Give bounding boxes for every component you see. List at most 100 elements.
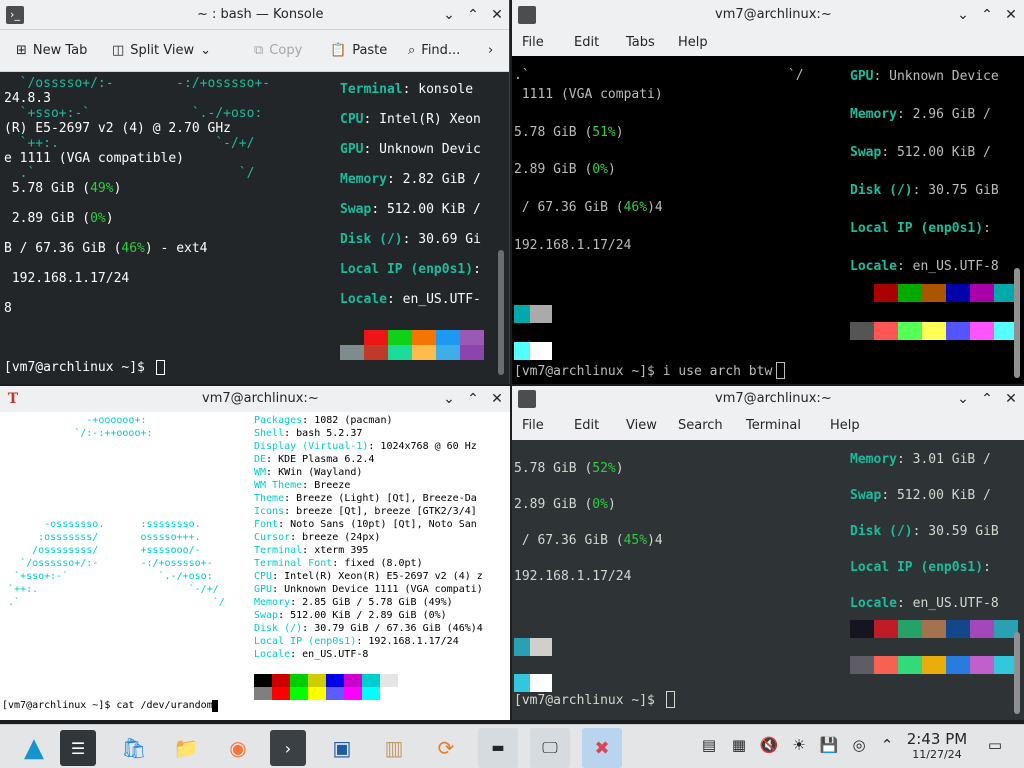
info-key: Display (Virtual-1) [254,441,369,452]
ascii-art-line: `+sso+:-` `.-/+oso: [2,571,213,582]
show-desktop-icon[interactable]: ▭ [984,736,1006,754]
terminal-icon[interactable]: ▬ [478,728,518,768]
info-value: : KDE Plasma 6.2.4 [266,454,375,465]
info-value: : 512.00 KiB / [371,202,481,217]
info-row: Terminal Font: fixed (8.0pt) [254,557,483,570]
monitor-icon[interactable]: 🖵 [530,728,570,768]
copy-icon: ⧉ [254,43,264,58]
terminal-line: `++:. `-/+/ [4,136,330,151]
firefox-icon[interactable]: ◉ [218,728,258,768]
terminal-text[interactable]: .` `/ 1111 (VGA compati) 5.78 GiB (51%) 2.… [512,0,842,384]
percent-value: 46% [623,200,648,215]
info-key: Terminal Font [254,558,333,569]
new-tab-button[interactable]: ⊞ New Tab [16,43,87,58]
network-icon[interactable]: ◎ [848,736,870,754]
info-key: Swap [340,202,372,217]
info-key: Disk (/) [254,623,303,634]
info-row: Disk (/): 30.79 GiB / 67.36 GiB (46%)4 [254,622,483,635]
info-row: Swap: 512.00 KiB / [850,134,999,172]
info-value: : Unknown Device [873,69,999,84]
maximize-icon[interactable]: ⌃ [464,6,482,24]
percent-value: 0% [592,497,608,512]
info-key: GPU [850,69,874,84]
minimize-icon[interactable]: ⌄ [440,390,458,408]
virt-manager-icon[interactable]: ▣ [322,728,362,768]
color-swatch [922,284,946,302]
mute-icon[interactable]: 🔇 [758,736,780,754]
window-title: vm7@archlinux:~ [202,391,319,406]
archive-icon[interactable]: ▥ [374,728,414,768]
konsole-icon[interactable]: › [270,730,306,766]
minimize-icon[interactable]: ⌄ [954,6,972,24]
color-swatch [380,687,398,700]
maximize-icon[interactable]: ⌃ [978,6,996,24]
clock[interactable]: 2:43 PM 11/27/24 [900,730,974,762]
terminal-line: 2.89 GiB (0%) [514,162,616,177]
copy-button[interactable]: ⧉ Copy [254,43,302,58]
paste-button[interactable]: 📋 Paste [330,43,387,58]
close-icon[interactable]: ✕ [488,6,506,24]
maximize-icon[interactable]: ⌃ [464,390,482,408]
info-value: : konsole [402,82,474,97]
swatch [530,674,552,692]
terminal-line: .` `/ [4,166,330,181]
close-icon[interactable]: ✕ [488,390,506,408]
minimize-icon[interactable]: ⌄ [440,6,458,24]
clipboard-icon[interactable]: ▤ [698,736,720,754]
info-row: Local IP (enp0s1): 192.168.1.17/24 [254,635,483,648]
info-value: : 30.79 GiB / 67.36 GiB (46%)4 [302,623,483,634]
updater-icon[interactable]: ⟳ [426,728,466,768]
percent-value: 52% [592,461,616,476]
clock-date: 11/27/24 [912,748,962,761]
system-info: Memory: 3.01 GiB / Swap: 512.00 KiB / Disk… [850,442,999,622]
split-view-button[interactable]: ◫ Split View ⌄ [112,43,211,58]
system-settings-icon[interactable]: ☰ [60,730,96,766]
scrollbar[interactable] [1014,268,1020,378]
file-manager-icon[interactable]: 📁 [166,728,206,768]
color-swatch [850,620,874,638]
info-value: : Unknown Device 1111 (VGA compati) [272,584,483,595]
terminal-text[interactable]: 5.78 GiB (52%) 2.89 GiB (0%) / 67.36 GiB … [512,386,842,720]
close-icon[interactable]: ✕ [1002,6,1020,24]
expand-tray-icon[interactable]: ⌃ [876,736,898,754]
maximize-icon[interactable]: ⌃ [978,390,996,408]
info-row: Disk (/): 30.59 GiB [850,514,999,550]
terminal-text-segment: 1111 (VGA compati) [514,87,663,102]
find-button[interactable]: ⌕ Find... [408,43,460,58]
info-key: Swap [850,488,882,503]
info-key: Memory [254,597,291,608]
application-launcher-icon[interactable]: ▲ [14,728,54,768]
window-menu-icon[interactable]: ›_ [6,6,24,24]
scrollbar[interactable] [1014,632,1020,714]
minimize-icon[interactable]: ⌄ [954,390,972,408]
arch-logo-art: -+oooooo+: `/:-:++oooo+: -osssssso. :sss… [2,414,225,609]
save-icon[interactable]: 💾 [818,736,840,754]
notes-icon[interactable]: ▦ [728,736,750,754]
info-value: : 3.01 GiB / [896,452,991,467]
info-value: : bash 5.2.37 [284,428,363,439]
info-row: Terminal: konsole [340,75,481,105]
ascii-art-line [2,453,225,466]
terminal-text-segment: e 1111 (VGA compatible) [4,151,185,166]
xterm-app-icon[interactable]: T [4,390,22,408]
terminal-text-segment: )4 [647,533,663,548]
more-toolbar-icon[interactable]: › [488,43,493,58]
scrollbar[interactable] [498,250,504,375]
color-swatch [364,345,388,360]
terminal-prompt: [vm7@archlinux ~]$ [514,693,663,708]
brightness-icon[interactable]: ☀ [788,736,810,754]
ascii-art-line: .` `/ [2,597,225,608]
color-swatch [460,330,484,345]
terminal-text-segment: 5.78 GiB ( [4,181,91,196]
ascii-art-line: :osssssss/ osssso+++. [2,532,201,543]
konsole-terminal-text[interactable]: `/osssso+/:- -:/+osssso+- 24.8.3 `+sso+:-… [4,76,330,316]
xterm-prompt[interactable]: [vm7@archlinux ~]$ cat /dev/urandom [2,700,213,711]
discover-icon[interactable]: 🛍 [114,728,154,768]
xkill-icon[interactable]: ✖ [582,728,622,768]
info-row: Locale: en_US.UTF-8 [850,586,999,622]
info-value: : 30.69 Gi [402,232,481,247]
close-icon[interactable]: ✕ [1002,390,1020,408]
info-value: : 2.82 GiB / [386,172,481,187]
